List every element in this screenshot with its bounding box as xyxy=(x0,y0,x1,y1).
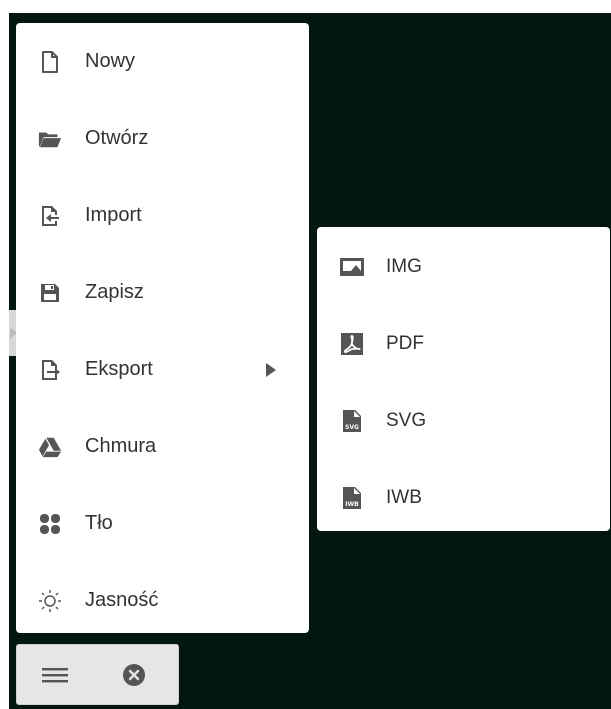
menu-item-open[interactable]: Otwórz xyxy=(16,100,309,177)
menu-item-label: Zapisz xyxy=(85,281,144,303)
export-option-img[interactable]: IMG xyxy=(317,228,610,305)
cloud-drive-icon xyxy=(38,435,62,459)
svg-file-icon: SVG xyxy=(339,408,365,434)
brightness-icon xyxy=(38,589,62,613)
export-option-label: IMG xyxy=(386,256,422,277)
image-icon xyxy=(339,254,365,280)
menu-item-label: Jasność xyxy=(85,589,159,611)
svg-text:IWB: IWB xyxy=(345,501,359,508)
close-button[interactable] xyxy=(118,659,150,691)
hamburger-menu-icon xyxy=(41,665,69,685)
menu-toggle-button[interactable] xyxy=(39,659,71,691)
menu-item-import[interactable]: Import xyxy=(16,177,309,254)
close-circle-icon xyxy=(121,662,147,688)
export-option-label: SVG xyxy=(386,410,427,431)
export-option-label: PDF xyxy=(386,333,424,354)
new-file-icon xyxy=(38,50,62,74)
import-icon xyxy=(38,204,62,228)
export-option-svg[interactable]: SVG SVG xyxy=(317,382,610,459)
export-option-iwb[interactable]: IWB IWB xyxy=(317,459,610,536)
menu-item-label: Tło xyxy=(85,512,113,534)
save-icon xyxy=(38,281,62,305)
menu-item-save[interactable]: Zapisz xyxy=(16,254,309,331)
pdf-icon xyxy=(339,331,365,357)
menu-item-label: Nowy xyxy=(85,50,136,72)
submenu-arrow-icon xyxy=(266,363,276,377)
menu-item-background[interactable]: Tło xyxy=(16,485,309,562)
svg-text:SVG: SVG xyxy=(345,424,359,431)
iwb-file-icon: IWB xyxy=(339,485,365,511)
background-icon xyxy=(38,512,62,536)
export-submenu: IMG PDF SVG SVG IWB IWB xyxy=(317,227,610,531)
menu-item-export[interactable]: Eksport xyxy=(16,331,309,408)
main-menu: Nowy Otwórz Import Zapisz Eksport Chmura xyxy=(16,23,309,633)
folder-open-icon xyxy=(38,127,62,151)
menu-item-new[interactable]: Nowy xyxy=(16,23,309,100)
export-option-label: IWB xyxy=(386,487,422,508)
menu-item-cloud[interactable]: Chmura xyxy=(16,408,309,485)
menu-item-label: Import xyxy=(85,204,142,226)
export-icon xyxy=(38,358,62,382)
menu-item-label: Otwórz xyxy=(85,127,149,149)
menu-item-label: Eksport xyxy=(85,358,153,380)
menu-item-label: Chmura xyxy=(85,435,157,457)
export-option-pdf[interactable]: PDF xyxy=(317,305,610,382)
menu-item-brightness[interactable]: Jasność xyxy=(16,562,309,639)
bottom-toolbar xyxy=(16,644,179,705)
